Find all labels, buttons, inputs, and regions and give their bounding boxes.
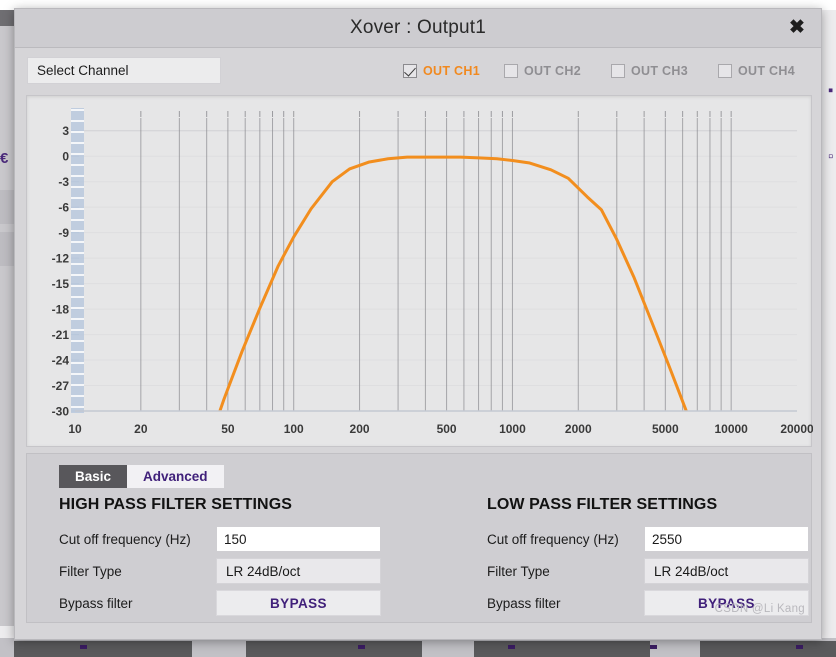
- low-pass-cutoff-label: Cut off frequency (Hz): [487, 531, 619, 547]
- taskbar-button-3-mark: [508, 645, 515, 649]
- high-pass-filter-type-label: Filter Type: [59, 563, 122, 579]
- high-pass-filter-type-row: Filter Type LR 24dB/oct: [59, 558, 381, 584]
- channel-label-out-ch1: OUT CH1: [423, 64, 480, 78]
- svg-text:500: 500: [437, 422, 457, 436]
- high-pass-filter-type-select[interactable]: LR 24dB/oct: [216, 558, 381, 584]
- svg-text:0: 0: [62, 150, 69, 164]
- svg-text:50: 50: [221, 422, 235, 436]
- channel-label-out-ch2: OUT CH2: [524, 64, 581, 78]
- checkbox-icon-out-ch2[interactable]: [504, 64, 518, 78]
- svg-text:10: 10: [68, 422, 82, 436]
- low-pass-column: LOW PASS FILTER SETTINGS Cut off frequen…: [487, 496, 827, 616]
- dialog-titlebar: Xover : Output1 ✖: [15, 9, 821, 48]
- settings-tabs: Basic Advanced: [59, 465, 224, 488]
- channel-label-out-ch4: OUT CH4: [738, 64, 795, 78]
- svg-text:3: 3: [62, 124, 69, 138]
- high-pass-cutoff-label: Cut off frequency (Hz): [59, 531, 191, 547]
- dialog-title: Xover : Output1: [349, 17, 487, 38]
- taskbar-button-2-mark: [358, 645, 365, 649]
- high-pass-heading: HIGH PASS FILTER SETTINGS: [59, 496, 293, 513]
- high-pass-bypass-label: Bypass filter: [59, 595, 133, 611]
- high-pass-column: HIGH PASS FILTER SETTINGS Cut off freque…: [59, 496, 399, 616]
- xover-dialog: Xover : Output1 ✖ Select Channel OUT CH1…: [14, 8, 822, 640]
- high-pass-cutoff-input[interactable]: 150: [216, 526, 381, 552]
- channel-label-out-ch3: OUT CH3: [631, 64, 688, 78]
- taskbar-button-1[interactable]: [14, 641, 192, 657]
- channel-checkbox-out-ch3[interactable]: OUT CH3: [611, 60, 688, 82]
- svg-text:2000: 2000: [565, 422, 592, 436]
- svg-text:20: 20: [134, 422, 148, 436]
- tab-advanced[interactable]: Advanced: [127, 465, 224, 488]
- low-pass-cutoff-row: Cut off frequency (Hz) 2550: [487, 526, 809, 552]
- checkbox-icon-out-ch1[interactable]: [403, 64, 417, 78]
- select-channel-field[interactable]: Select Channel: [27, 57, 221, 84]
- svg-text:5000: 5000: [652, 422, 679, 436]
- svg-text:20000: 20000: [780, 422, 813, 436]
- low-pass-filter-type-select[interactable]: LR 24dB/oct: [644, 558, 809, 584]
- svg-text:-27: -27: [52, 379, 70, 393]
- top-axis-ticks: [140, 111, 732, 117]
- channel-selection-row: Select Channel OUT CH1 OUT CH2 OUT CH3 O…: [15, 48, 821, 93]
- checkbox-icon-out-ch3[interactable]: [611, 64, 625, 78]
- svg-text:1000: 1000: [499, 422, 526, 436]
- channel-checkbox-out-ch1[interactable]: OUT CH1: [403, 60, 480, 82]
- svg-text:-3: -3: [58, 175, 69, 189]
- minor-vertical-gridlines: [140, 118, 732, 411]
- taskbar-button-4-mark: [650, 645, 657, 649]
- svg-text:-21: -21: [52, 328, 70, 342]
- watermark-text: CSDN @Li Kang: [714, 603, 805, 615]
- taskbar-button-3[interactable]: [474, 641, 650, 657]
- svg-text:100: 100: [284, 422, 304, 436]
- svg-text:-15: -15: [52, 277, 70, 291]
- low-pass-bypass-label: Bypass filter: [487, 595, 561, 611]
- svg-text:-12: -12: [52, 252, 70, 266]
- taskbar-button-4[interactable]: [700, 641, 836, 657]
- filter-settings-panel: Basic Advanced HIGH PASS FILTER SETTINGS…: [26, 453, 812, 623]
- high-pass-cutoff-row: Cut off frequency (Hz) 150: [59, 526, 381, 552]
- horizontal-gridlines: [75, 130, 797, 412]
- response-curve: [218, 155, 688, 411]
- low-pass-cutoff-input[interactable]: 2550: [644, 526, 809, 552]
- gain-scale-slider[interactable]: [71, 108, 84, 413]
- background-glyph-right-2: ▫: [828, 148, 834, 165]
- high-pass-bypass-row: Bypass filter BYPASS: [59, 590, 381, 616]
- svg-text:-30: -30: [52, 405, 70, 419]
- channel-checkbox-out-ch4[interactable]: OUT CH4: [718, 60, 795, 82]
- svg-text:-18: -18: [52, 303, 70, 317]
- high-pass-bypass-button[interactable]: BYPASS: [216, 590, 381, 616]
- channel-checkbox-out-ch2[interactable]: OUT CH2: [504, 60, 581, 82]
- checkbox-icon-out-ch4[interactable]: [718, 64, 732, 78]
- svg-text:200: 200: [350, 422, 370, 436]
- svg-text:-9: -9: [58, 226, 69, 240]
- low-pass-filter-type-label: Filter Type: [487, 563, 550, 579]
- svg-text:10000: 10000: [714, 422, 748, 436]
- low-pass-heading: LOW PASS FILTER SETTINGS: [487, 496, 718, 513]
- frequency-response-plot: 3 0 -3 -6 -9 -12 -15 -18 -21 -24 -27 -30 10 20 50 100 2…: [52, 108, 813, 436]
- svg-text:-6: -6: [58, 201, 69, 215]
- x-axis-tick-labels: 10 20 50 100 200 500 1000 2000 5000 10000 20000: [68, 422, 813, 436]
- tab-basic[interactable]: Basic: [59, 465, 128, 488]
- taskbar-button-1-mark: [80, 645, 87, 649]
- close-icon[interactable]: ✖: [785, 17, 809, 39]
- svg-text:-24: -24: [52, 354, 70, 368]
- background-glyph-left: €: [0, 150, 9, 167]
- frequency-response-graph[interactable]: 3 0 -3 -6 -9 -12 -15 -18 -21 -24 -27 -30 10 20 50 100 2…: [26, 95, 813, 447]
- taskbar-button-2[interactable]: [246, 641, 422, 657]
- low-pass-filter-type-row: Filter Type LR 24dB/oct: [487, 558, 809, 584]
- taskbar-button-5-mark: [796, 645, 803, 649]
- taskbar[interactable]: [0, 638, 836, 657]
- background-glyph-right-1: ▪: [828, 82, 834, 99]
